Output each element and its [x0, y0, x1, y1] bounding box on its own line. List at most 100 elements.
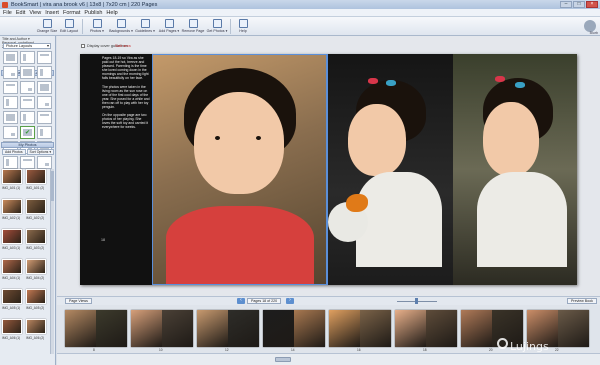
layout-thumbnail[interactable] [37, 126, 52, 139]
layout-thumbnail[interactable] [20, 81, 35, 94]
bow-shape [386, 80, 396, 86]
add-pages-button[interactable]: Add Pages ▾ [158, 18, 180, 35]
photo-thumbnail[interactable] [26, 169, 46, 184]
page-spread-thumbnail[interactable] [197, 310, 259, 347]
layout-thumbnail[interactable] [20, 66, 35, 79]
menu-help[interactable]: Help [106, 10, 117, 16]
layout-thumbnail[interactable] [20, 111, 35, 124]
photo-thumbnail[interactable] [2, 169, 22, 184]
chevron-down-icon: ▾ [46, 43, 49, 48]
spine-line [327, 54, 328, 285]
menu-edit[interactable]: Edit [16, 10, 25, 16]
page-spread-thumbnail[interactable] [263, 310, 325, 347]
toolbar-separator [230, 19, 231, 34]
layout-thumbnail[interactable] [3, 51, 18, 64]
photo-thumbnail[interactable] [26, 229, 46, 244]
layout-thumbnail[interactable] [3, 126, 18, 139]
layout-thumbnail[interactable] [20, 156, 35, 169]
checkbox-box[interactable] [81, 44, 85, 48]
photo-thumbnail[interactable] [26, 259, 46, 274]
layout-thumbnail[interactable] [3, 81, 18, 94]
guidelines-button[interactable]: Guidelines ▾ [134, 18, 156, 35]
layout-thumbnail[interactable] [3, 66, 18, 79]
photo-caption: IMG_A06 (1) [2, 336, 21, 340]
background-icon [116, 19, 126, 28]
selected-check-icon: ✔ [25, 130, 31, 136]
layout-thumbnail[interactable] [37, 156, 52, 169]
layout-thumbnail[interactable] [37, 81, 52, 94]
photo-right-page-2[interactable] [453, 54, 577, 285]
photo-caption: IMG_A03 (2) [26, 246, 45, 250]
photo-caption: IMG_A01 (1) [2, 186, 21, 190]
brand-label: Blurb [589, 31, 598, 35]
page-spread-thumbnail[interactable] [395, 310, 457, 347]
dropdown-value: Picture Layouts [6, 44, 33, 48]
layout-preview-shape [11, 73, 15, 76]
preview-book-button[interactable]: Preview Book [567, 298, 597, 304]
prev-page-arrow-icon[interactable]: ‹ [237, 298, 245, 304]
photo-thumbnail[interactable] [26, 289, 46, 304]
zoom-slider-handle[interactable] [415, 298, 418, 304]
layout-preview-shape [40, 129, 43, 136]
layout-thumbnail[interactable] [37, 66, 52, 79]
shirt-shape [477, 172, 567, 267]
photo-thumbnail[interactable] [2, 319, 22, 334]
change-size-button[interactable]: Change Size [36, 18, 58, 35]
menu-insert[interactable]: Insert [45, 10, 59, 16]
layout-thumbnail[interactable]: ✔ [20, 126, 35, 139]
layout-type-dropdown[interactable]: Picture Layouts ▾ [3, 43, 51, 49]
text-box[interactable]: Pages 18-19 so Vira as she paid out the … [102, 56, 150, 134]
page-spread-thumbnail[interactable] [131, 310, 193, 347]
maximize-button[interactable]: □ [573, 1, 585, 8]
get-photos-button[interactable]: Get Photos ▾ [206, 18, 228, 35]
photo-thumbnail[interactable] [26, 199, 46, 214]
scrollbar-thumb[interactable] [51, 171, 54, 201]
page-spread[interactable]: Pages 18-19 so Vira as she paid out the … [80, 54, 577, 285]
layout-preview-shape [40, 54, 49, 56]
strip-scrollbar[interactable] [57, 353, 600, 365]
photo-thumbnail[interactable] [2, 199, 22, 214]
next-page-arrow-icon[interactable]: › [286, 298, 294, 304]
page-spread-thumbnail[interactable] [329, 310, 391, 347]
page-views-button[interactable]: Page Views [65, 298, 92, 304]
sidebar-scrollbar[interactable] [50, 169, 54, 354]
close-button[interactable]: × [586, 1, 598, 8]
photo-thumbnail[interactable] [26, 319, 46, 334]
layout-thumbnail[interactable] [37, 51, 52, 64]
shirt-shape [356, 172, 442, 267]
photo-thumbnail[interactable] [2, 229, 22, 244]
layout-thumbnail[interactable] [3, 111, 18, 124]
photo-thumbnail[interactable] [2, 259, 22, 274]
backgrounds-button[interactable]: Backgrounds ▾ [109, 18, 133, 35]
edit-layout-button[interactable]: Edit Layout [58, 18, 80, 35]
menu-publish[interactable]: Publish [84, 10, 102, 16]
menu-view[interactable]: View [29, 10, 41, 16]
menu-file[interactable]: File [3, 10, 12, 16]
layout-thumbnail[interactable] [20, 96, 35, 109]
help-icon [238, 19, 248, 28]
menu-format[interactable]: Format [63, 10, 80, 16]
layout-preview-shape [45, 163, 49, 166]
layout-preview-shape [23, 159, 32, 161]
minimize-button[interactable]: – [560, 1, 572, 8]
remove-page-button[interactable]: Remove Page [182, 18, 204, 35]
photo-thumbnail[interactable] [2, 289, 22, 304]
photos-button[interactable]: Photos ▾ [86, 18, 108, 35]
layout-thumbnail[interactable] [20, 51, 35, 64]
photos-panel-header[interactable]: My Photos [1, 142, 54, 148]
layout-thumbnail[interactable] [37, 96, 52, 109]
text-paragraph: On the opposite page are two photos of h… [102, 113, 148, 130]
sort-options-tab[interactable]: Sort Options ▾ [26, 149, 55, 155]
page-thumbnail-half [197, 310, 228, 347]
page-thumbnail-half [461, 310, 492, 347]
sidebar: Title and Author ▾ Personal, undefined 2… [0, 36, 56, 365]
layout-thumbnail[interactable] [3, 156, 18, 169]
scrollbar-thumb[interactable] [275, 357, 291, 362]
page-spread-thumbnail[interactable] [65, 310, 127, 347]
page-number-label: 16 [357, 348, 361, 352]
layout-thumbnail[interactable] [37, 111, 52, 124]
layout-thumbnail[interactable] [3, 96, 18, 109]
add-photos-tab[interactable]: Add Photos [2, 149, 26, 155]
help-button[interactable]: Help [232, 18, 254, 35]
photo-right-page-1[interactable] [328, 54, 453, 285]
